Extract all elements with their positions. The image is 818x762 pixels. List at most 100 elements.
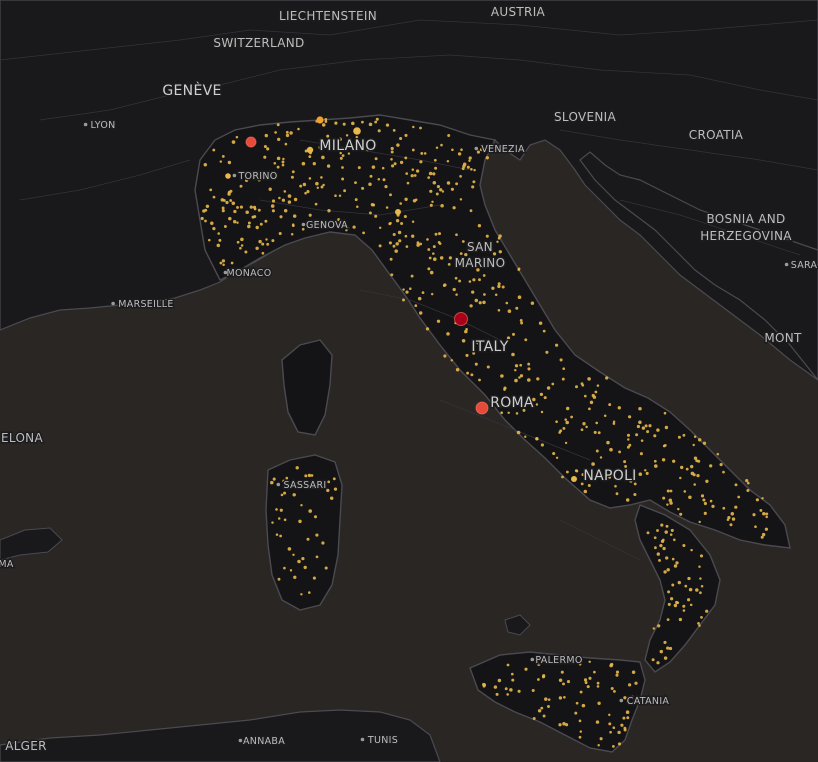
data-point	[368, 122, 373, 127]
data-point	[378, 226, 382, 230]
city-marker-catania	[619, 698, 624, 703]
data-point-medium[interactable]	[395, 209, 401, 215]
data-point	[290, 233, 294, 236]
data-point	[684, 584, 688, 588]
data-point	[471, 290, 475, 294]
data-point	[275, 533, 279, 536]
data-point	[574, 469, 578, 473]
data-point	[485, 234, 489, 238]
data-point	[730, 512, 735, 516]
data-point	[555, 343, 559, 347]
data-point	[469, 304, 473, 308]
data-point	[411, 148, 415, 152]
map-view[interactable]: LIECHTENSTEIN AUSTRIA SWITZERLAND SLOVENIA C…	[0, 0, 818, 762]
data-point	[261, 242, 265, 246]
data-point	[280, 493, 284, 497]
data-point	[699, 554, 704, 558]
data-point	[591, 462, 595, 466]
data-point	[390, 158, 393, 161]
data-point	[433, 158, 437, 162]
data-point	[669, 489, 673, 493]
data-point	[500, 374, 504, 378]
data-point	[277, 517, 281, 520]
city-marker-palermo	[530, 657, 535, 662]
data-point-medium[interactable]	[353, 127, 361, 135]
data-point	[461, 339, 466, 343]
data-point	[377, 129, 381, 133]
data-point	[537, 678, 540, 681]
label-genova: GENOVA	[306, 220, 348, 231]
data-point	[535, 437, 539, 441]
data-point	[617, 730, 621, 735]
data-point	[646, 430, 650, 434]
data-point	[697, 438, 702, 442]
data-point	[458, 279, 462, 283]
data-point	[562, 367, 566, 371]
data-point	[461, 240, 465, 243]
data-point	[308, 155, 312, 159]
data-point	[320, 185, 324, 189]
data-point	[617, 406, 621, 410]
data-point	[212, 195, 216, 199]
data-point	[565, 420, 569, 425]
data-point	[290, 175, 294, 179]
data-point	[514, 364, 519, 368]
data-point	[587, 483, 591, 488]
data-point	[212, 148, 216, 152]
data-point	[579, 690, 583, 694]
data-point	[468, 159, 471, 162]
data-point	[654, 546, 657, 550]
data-point	[447, 263, 451, 266]
data-point	[613, 690, 616, 693]
data-point	[324, 118, 328, 121]
label-catania: CATANIA	[627, 696, 670, 707]
data-point	[542, 329, 546, 333]
label-san-marino-2: MARINO	[455, 256, 506, 270]
data-point	[292, 214, 297, 218]
data-point	[477, 224, 482, 228]
data-point-medium[interactable]	[306, 146, 314, 154]
data-point	[429, 189, 433, 193]
data-point	[299, 184, 303, 188]
data-point-large[interactable]	[475, 401, 489, 415]
data-point	[504, 687, 508, 691]
data-point	[279, 508, 283, 512]
data-point	[455, 182, 459, 186]
data-point	[236, 221, 239, 224]
data-point	[459, 175, 462, 178]
data-point	[436, 319, 441, 323]
data-point	[321, 541, 325, 545]
data-point	[231, 140, 236, 144]
data-point	[258, 239, 262, 244]
data-point	[581, 703, 586, 708]
data-point	[673, 603, 678, 608]
data-point	[432, 172, 436, 176]
data-point-medium[interactable]	[316, 116, 324, 124]
map-canvas[interactable]: LIECHTENSTEIN AUSTRIA SWITZERLAND SLOVENIA C…	[0, 0, 818, 762]
label-monaco: MONACO	[226, 268, 271, 279]
data-point	[596, 384, 600, 387]
data-point	[695, 459, 699, 463]
data-point	[281, 160, 285, 164]
data-point-max[interactable]	[454, 312, 468, 326]
data-point	[204, 219, 207, 223]
data-point	[682, 433, 686, 437]
data-point	[648, 424, 652, 428]
data-point	[631, 670, 636, 675]
data-point	[612, 420, 616, 423]
data-point-large[interactable]	[245, 136, 257, 148]
data-point	[545, 350, 549, 354]
data-point-medium[interactable]	[571, 476, 577, 482]
data-point	[308, 509, 312, 513]
data-point	[640, 439, 644, 442]
data-point	[666, 646, 670, 650]
city-marker-marseille	[111, 301, 115, 306]
data-point	[287, 547, 292, 551]
label-milano: MILANO	[319, 138, 376, 154]
data-point	[746, 481, 750, 485]
data-point	[221, 259, 226, 263]
data-point	[673, 538, 676, 542]
data-point	[219, 160, 223, 163]
data-point	[690, 548, 693, 552]
data-point-medium[interactable]	[225, 173, 231, 179]
